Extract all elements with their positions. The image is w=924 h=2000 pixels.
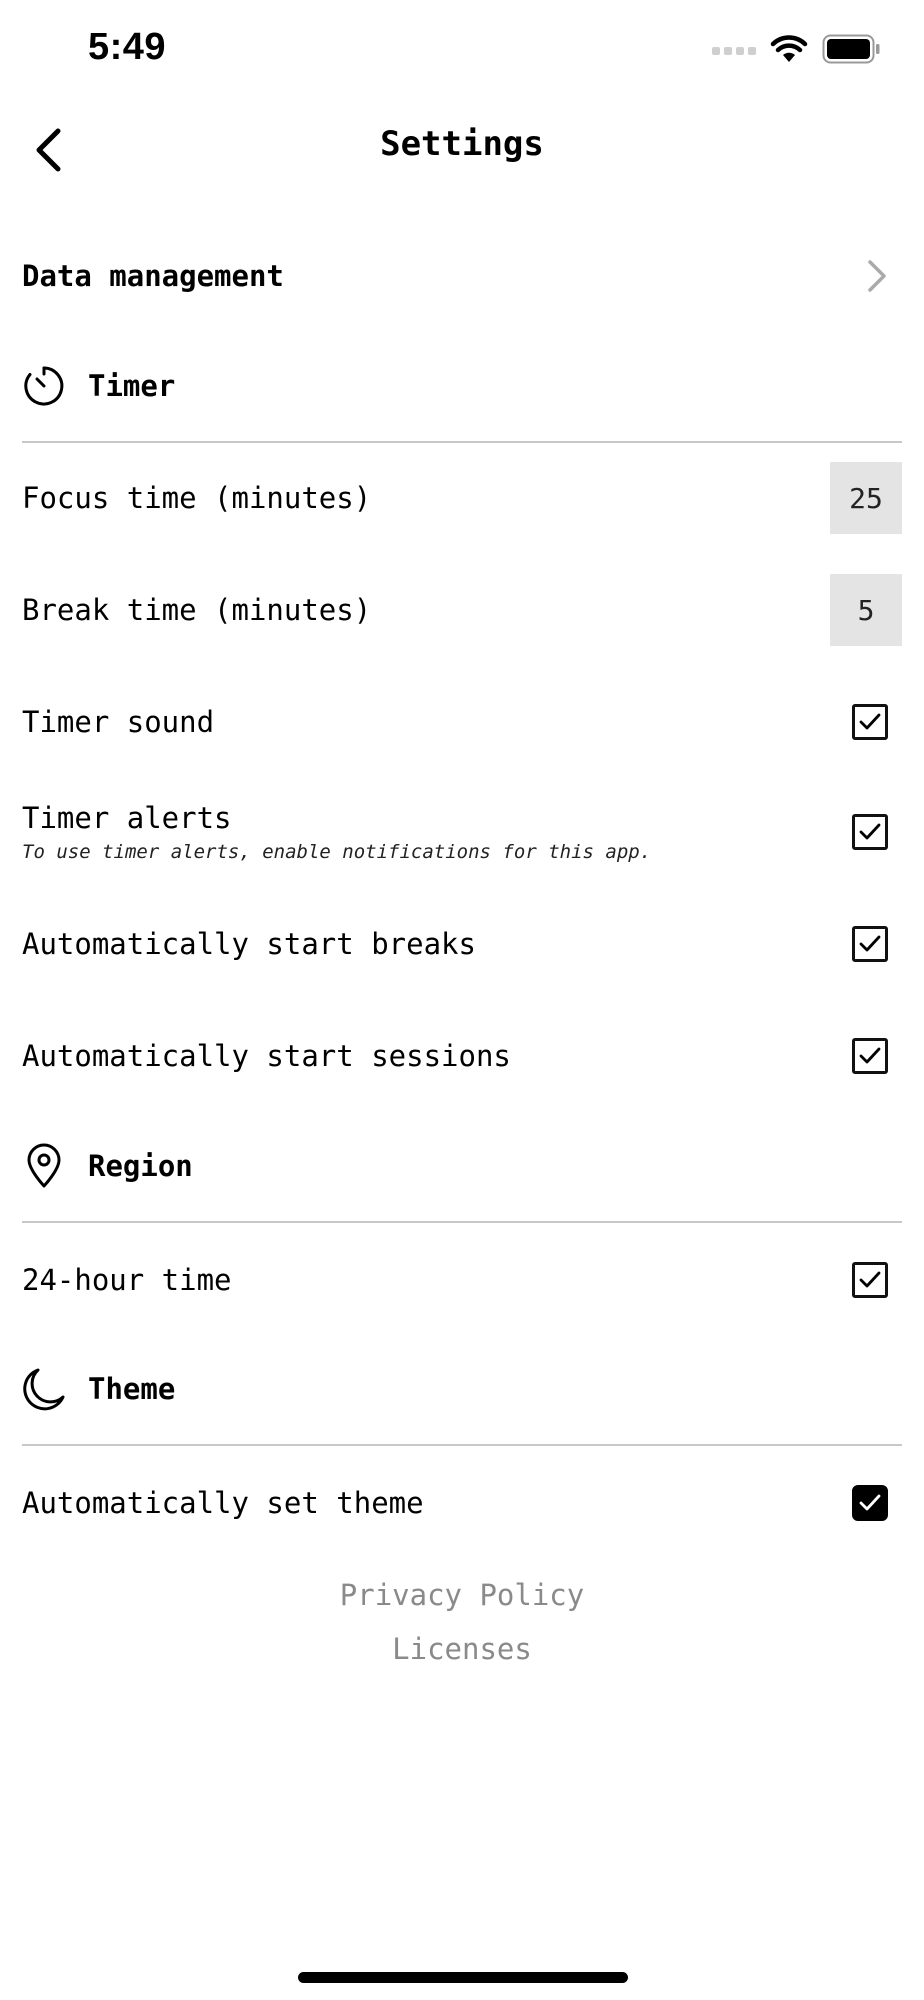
timer-alerts-label: Timer alerts (22, 801, 232, 835)
status-time: 5:49 (88, 26, 167, 68)
timer-alerts-row: Timer alerts To use timer alerts, enable… (22, 794, 902, 870)
auto-theme-label: Automatically set theme (22, 1486, 424, 1520)
data-management-row[interactable]: Data management (22, 246, 902, 306)
timer-sound-row: Timer sound (22, 690, 902, 754)
region-divider (22, 1221, 902, 1223)
auto-start-breaks-checkbox[interactable] (852, 926, 888, 962)
status-bar: 5:49 (0, 0, 924, 100)
checkmark-icon (859, 1047, 881, 1064)
auto-start-breaks-row: Automatically start breaks (22, 912, 902, 976)
privacy-policy-link[interactable]: Privacy Policy (0, 1578, 924, 1612)
cellular-signal-icon (712, 47, 756, 55)
theme-section-title: Theme (88, 1372, 176, 1406)
navigation-bar: Settings (0, 110, 924, 190)
timer-section-title: Timer (88, 369, 176, 403)
timer-alerts-checkbox[interactable] (852, 814, 888, 850)
break-time-label: Break time (minutes) (22, 593, 372, 627)
timer-alerts-text: Timer alerts To use timer alerts, enable… (22, 801, 651, 863)
theme-section-header: Theme (22, 1363, 902, 1415)
hour24-label: 24-hour time (22, 1263, 232, 1297)
home-indicator (298, 1972, 628, 1983)
battery-icon (822, 34, 880, 64)
region-section-header: Region (22, 1140, 902, 1192)
timer-divider (22, 441, 902, 443)
auto-start-sessions-row: Automatically start sessions (22, 1024, 902, 1088)
moon-icon (23, 1368, 65, 1411)
chevron-right-icon (868, 260, 886, 292)
checkmark-icon (859, 1494, 881, 1511)
page-title: Settings (380, 124, 544, 164)
checkmark-icon (859, 823, 881, 840)
focus-time-label: Focus time (minutes) (22, 481, 372, 515)
timer-icon (24, 366, 64, 406)
auto-theme-row: Automatically set theme (22, 1471, 902, 1535)
auto-start-sessions-checkbox[interactable] (852, 1038, 888, 1074)
checkmark-icon (859, 935, 881, 952)
auto-start-sessions-label: Automatically start sessions (22, 1039, 511, 1073)
region-section-title: Region (88, 1149, 193, 1183)
hour24-checkbox[interactable] (852, 1262, 888, 1298)
timer-sound-label: Timer sound (22, 705, 215, 739)
timer-alerts-subtext: To use timer alerts, enable notification… (22, 841, 652, 863)
timer-section-header: Timer (22, 360, 902, 412)
licenses-link[interactable]: Licenses (0, 1632, 924, 1666)
wifi-icon (770, 35, 808, 62)
timer-sound-checkbox[interactable] (852, 704, 888, 740)
break-time-input[interactable]: 5 (830, 574, 902, 646)
data-management-label: Data management (22, 259, 284, 293)
hour24-row: 24-hour time (22, 1248, 902, 1312)
status-icons (712, 34, 880, 64)
break-time-row: Break time (minutes) 5 (22, 574, 902, 646)
auto-start-breaks-label: Automatically start breaks (22, 927, 476, 961)
checkmark-icon (859, 713, 881, 730)
location-pin-icon (27, 1143, 61, 1188)
focus-time-input[interactable]: 25 (830, 462, 902, 534)
theme-divider (22, 1444, 902, 1446)
auto-theme-checkbox[interactable] (852, 1485, 888, 1521)
focus-time-row: Focus time (minutes) 25 (22, 462, 902, 534)
checkmark-icon (859, 1271, 881, 1288)
